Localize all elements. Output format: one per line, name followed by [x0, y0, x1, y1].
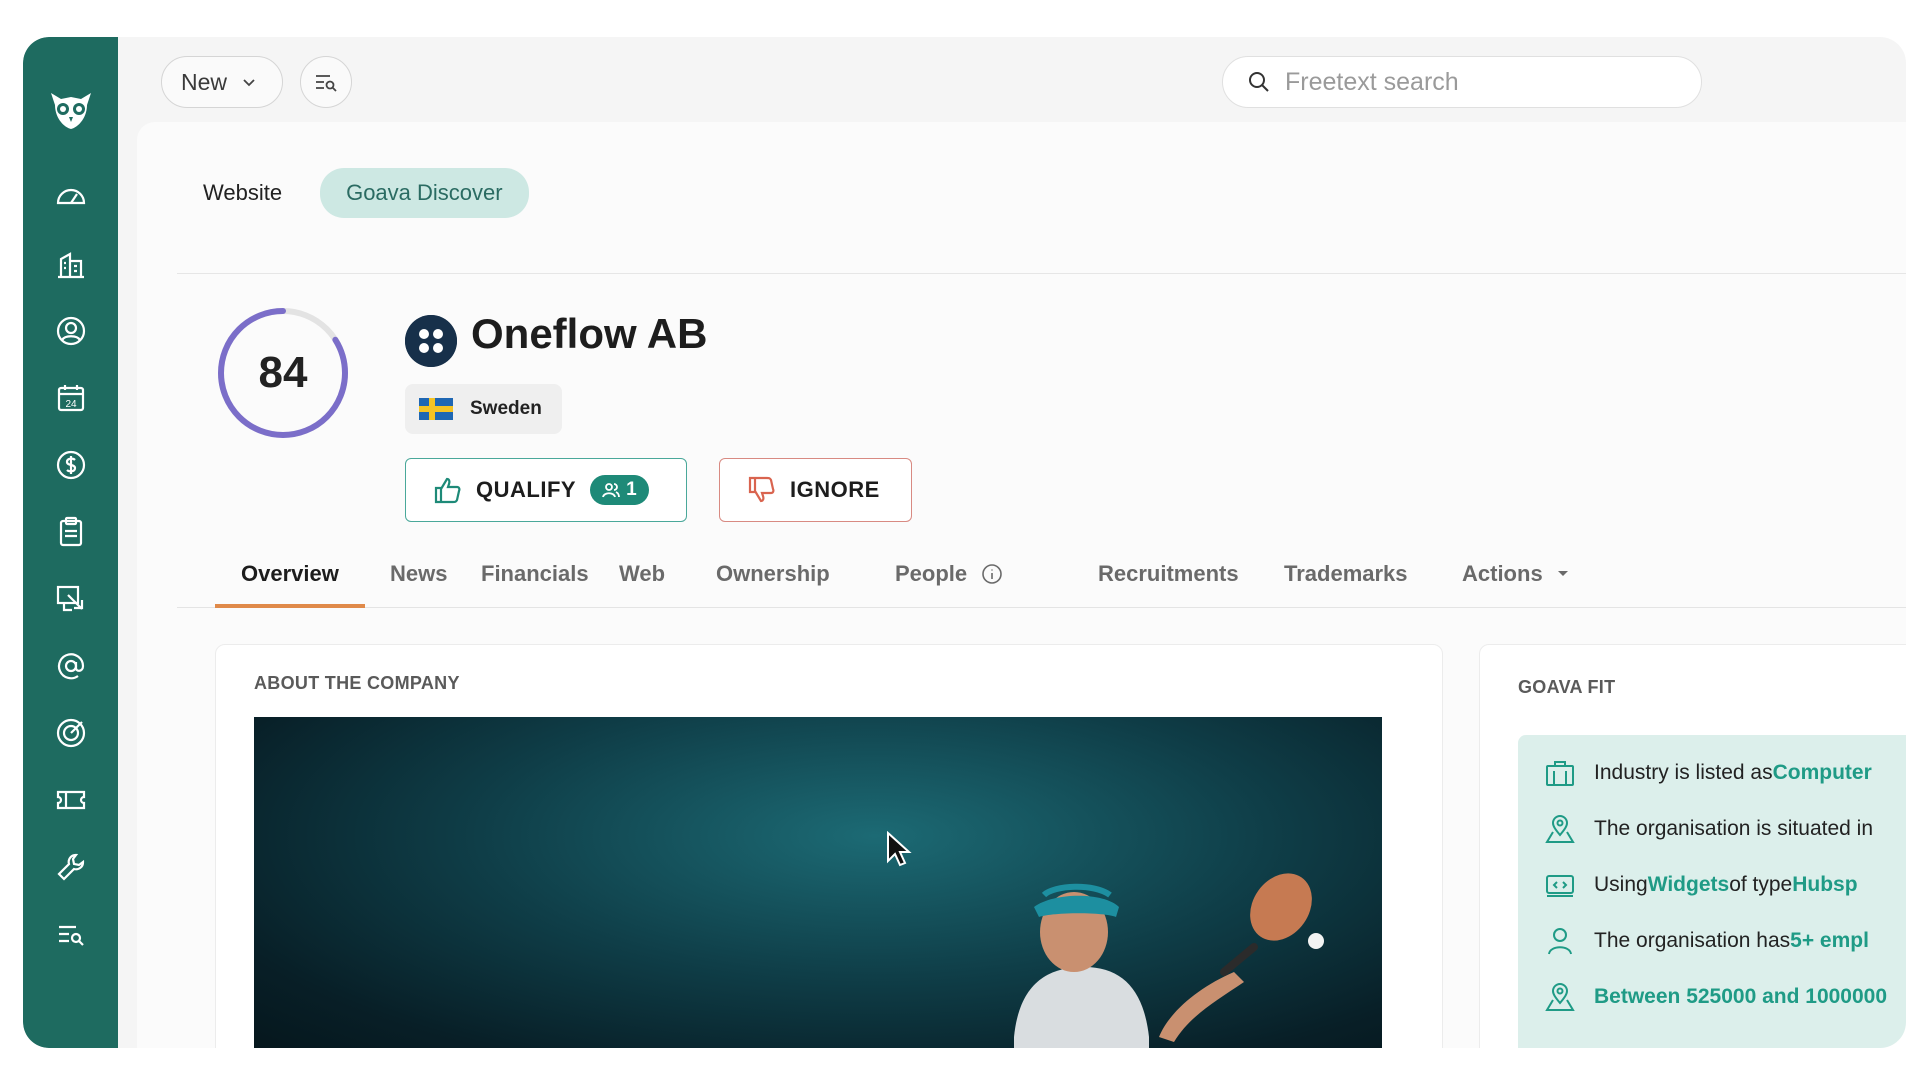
- search-bar[interactable]: [1222, 56, 1702, 108]
- search-filter-button[interactable]: [300, 56, 352, 108]
- caret-down-icon: [1557, 571, 1568, 576]
- goava-fit-title: GOAVA FIT: [1518, 677, 1616, 697]
- topbar: New: [118, 37, 1906, 122]
- fit-row-widgets: Using Widgets of type Hubsp: [1544, 867, 1858, 903]
- filter-list-icon: [316, 75, 337, 92]
- sweden-flag-icon: [419, 398, 453, 420]
- info-icon: [982, 564, 1002, 584]
- qualify-count-badge: 1: [590, 475, 649, 505]
- fit-row-industry: Industry is listed as Computer: [1544, 755, 1872, 791]
- fit-row-highlight: Widgets: [1647, 873, 1730, 896]
- fit-row-text: The organisation is situated in: [1594, 817, 1873, 840]
- qualify-label: QUALIFY: [476, 477, 577, 502]
- qualify-button[interactable]: QUALIFY 1: [405, 458, 687, 522]
- clipboard-icon[interactable]: [52, 513, 90, 551]
- source-tab-goava-discover[interactable]: Goava Discover: [320, 168, 529, 218]
- new-button-label: New: [181, 68, 228, 95]
- company-name: Oneflow AB: [471, 310, 708, 357]
- tab-overview[interactable]: Overview: [241, 540, 339, 608]
- company-hero-image: [254, 717, 1382, 1048]
- score-ring: 84: [215, 305, 351, 441]
- chevron-down-icon: [243, 79, 255, 87]
- mouse-cursor-icon: [887, 831, 912, 867]
- location-pin-icon: [1545, 815, 1575, 843]
- tab-financials[interactable]: Financials: [481, 540, 589, 608]
- tab-people-label: People: [895, 561, 968, 586]
- tab-people[interactable]: People: [895, 540, 1003, 608]
- fit-row-revenue: Between 525000 and 1000000: [1544, 979, 1887, 1015]
- sidebar: 24: [23, 37, 118, 1048]
- fit-row-text: of type: [1729, 873, 1793, 896]
- country-badge: Sweden: [405, 384, 562, 434]
- tab-actions[interactable]: Actions: [1462, 540, 1569, 608]
- at-sign-icon[interactable]: [52, 647, 90, 685]
- qualify-count: 1: [626, 479, 637, 500]
- dashboard-icon[interactable]: [52, 177, 90, 215]
- new-button[interactable]: New: [161, 56, 283, 108]
- goava-fit-list: Industry is listed as Computer The organ…: [1518, 735, 1906, 1048]
- about-card: ABOUT THE COMPANY: [215, 644, 1443, 1048]
- app-window: 24 New Freetext search Website Goava Dis…: [23, 37, 1906, 1048]
- person-icon: [1548, 928, 1572, 955]
- active-tab-indicator: [215, 604, 365, 608]
- tab-recruitments[interactable]: Recruitments: [1098, 540, 1239, 608]
- dollar-icon[interactable]: [52, 446, 90, 484]
- tab-ownership[interactable]: Ownership: [716, 540, 830, 608]
- briefcase-icon: [1546, 761, 1574, 786]
- fit-row-text: Using: [1594, 873, 1648, 896]
- goava-fit-card: GOAVA FIT Industry is listed as Computer…: [1479, 644, 1906, 1048]
- thumbs-down-icon: [748, 476, 775, 503]
- tab-web[interactable]: Web: [619, 540, 665, 608]
- fit-row-highlight: 5+ empl: [1790, 929, 1869, 952]
- target-icon[interactable]: [52, 714, 90, 752]
- wrench-icon[interactable]: [52, 848, 90, 886]
- fit-row-text: Industry is listed as: [1594, 761, 1773, 784]
- divider: [177, 273, 1906, 274]
- thumbs-up-icon: [434, 477, 461, 504]
- building-icon[interactable]: [52, 245, 90, 283]
- fit-row-highlight: Computer: [1772, 761, 1872, 784]
- search-icon: [1249, 72, 1269, 92]
- source-tabs: Website Goava Discover: [169, 168, 529, 218]
- filter-list-icon[interactable]: [52, 915, 90, 953]
- ignore-label: IGNORE: [790, 477, 880, 502]
- country-label: Sweden: [470, 398, 542, 419]
- contact-icon[interactable]: [52, 312, 90, 350]
- fit-row-highlight: Hubsp: [1792, 873, 1858, 896]
- location-pin-icon: [1545, 983, 1575, 1011]
- fit-row-location: The organisation is situated in: [1544, 811, 1873, 847]
- company-tabs: Overview News Financials Web Ownership P…: [177, 540, 1906, 608]
- fit-row-highlight: Between 525000 and 1000000: [1594, 985, 1888, 1008]
- fit-row-employees: The organisation has 5+ empl: [1544, 923, 1869, 959]
- users-icon: [602, 483, 620, 498]
- tab-news[interactable]: News: [390, 540, 447, 608]
- main-content: Website Goava Discover 84 Oneflow AB Swe…: [137, 122, 1906, 1048]
- owl-logo-icon[interactable]: [47, 85, 95, 133]
- ignore-button[interactable]: IGNORE: [719, 458, 912, 522]
- company-logo: [405, 315, 457, 367]
- search-input[interactable]: [1285, 67, 1665, 97]
- tab-trademarks[interactable]: Trademarks: [1284, 540, 1408, 608]
- score-value: 84: [258, 348, 308, 397]
- about-title: ABOUT THE COMPANY: [254, 673, 460, 693]
- ticket-icon[interactable]: [52, 781, 90, 819]
- source-tab-website[interactable]: Website: [203, 180, 282, 206]
- tab-actions-label: Actions: [1462, 561, 1543, 586]
- svg-text:24: 24: [65, 399, 77, 410]
- fit-row-text: The organisation has: [1594, 929, 1791, 952]
- documents-icon[interactable]: [52, 580, 90, 618]
- widget-screen-icon: [1546, 875, 1574, 897]
- calendar-icon[interactable]: 24: [52, 379, 90, 417]
